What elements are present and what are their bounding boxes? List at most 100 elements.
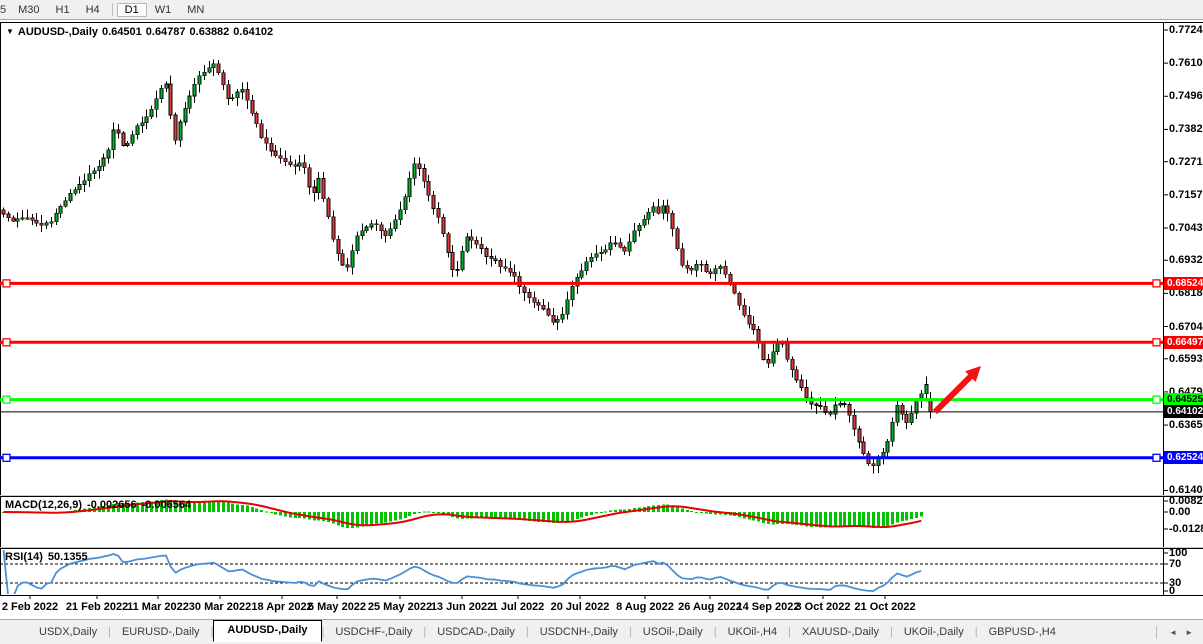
price-axis-tick: 0.74960 <box>1169 91 1203 102</box>
macd-histogram-bar <box>327 512 330 522</box>
tab-usdchf-daily[interactable]: USDCHF-,Daily <box>324 622 423 642</box>
timeframe-button-partial[interactable]: 5 <box>0 3 10 17</box>
macd-histogram-bar <box>709 512 712 514</box>
macd-histogram-bar <box>886 512 889 526</box>
chevron-down-icon[interactable]: ▼ <box>6 27 14 36</box>
macd-histogram-bar <box>370 512 373 524</box>
macd-histogram-bar <box>595 512 598 514</box>
macd-histogram-bar <box>408 512 411 516</box>
tab-scroll-right-icon[interactable]: ► <box>1185 628 1193 637</box>
tab-usdcad-daily[interactable]: USDCAD-,Daily <box>426 622 526 642</box>
macd-histogram-bar <box>380 512 383 523</box>
rsi-line <box>4 550 922 598</box>
tab-ukoil-daily[interactable]: UKOil-,Daily <box>893 622 975 642</box>
hline-handle[interactable] <box>3 454 10 461</box>
macd-histogram-bar <box>246 506 249 512</box>
hline-handle[interactable] <box>1153 396 1160 403</box>
macd-histogram-bar <box>858 512 861 526</box>
hline-handle[interactable] <box>3 280 10 287</box>
tab-usdx-daily[interactable]: USDX,Daily <box>28 622 108 642</box>
macd-histogram-bar <box>905 512 908 520</box>
price-axis-tick: 0.65930 <box>1169 354 1203 365</box>
date-axis-label: 11 Mar 2022 <box>127 601 189 613</box>
price-axis-tick: 0.68180 <box>1169 288 1203 299</box>
macd-axis-tick: 0.00 <box>1169 507 1190 518</box>
rsi-axis-tick: 70 <box>1169 559 1181 570</box>
macd-histogram-bar <box>423 512 426 513</box>
tab-gbpusd-h4[interactable]: GBPUSD-,H4 <box>978 622 1067 642</box>
rsi-axis-tick: 0 <box>1169 586 1175 597</box>
macd-histogram-bar <box>910 512 913 519</box>
date-axis-label: 6 May 2022 <box>308 601 366 613</box>
rsi-indicator-label: RSI(14)50.1355 <box>5 551 93 563</box>
macd-histogram-bar <box>853 512 856 526</box>
macd-histogram-bar <box>772 512 775 524</box>
macd-histogram-bar <box>877 512 880 528</box>
chart-canvas[interactable] <box>0 0 1203 644</box>
ohlc-low: 0.63882 <box>190 26 230 38</box>
date-axis-label: 3 Oct 2022 <box>795 601 850 613</box>
macd-histogram-bar <box>676 507 679 512</box>
macd-value-2: -0.006564 <box>142 499 192 511</box>
price-axis-tick: 0.70430 <box>1169 223 1203 234</box>
date-axis-label: 8 Aug 2022 <box>616 601 674 613</box>
date-axis-label: 2 Feb 2022 <box>2 601 58 613</box>
macd-histogram-bar <box>432 512 435 513</box>
timeframe-button-w1[interactable]: W1 <box>147 3 180 17</box>
hline-handle[interactable] <box>1153 339 1160 346</box>
macd-name: MACD(12,26,9) <box>5 499 82 511</box>
timeframe-button-h1[interactable]: H1 <box>48 3 78 17</box>
macd-histogram-bar <box>700 512 703 513</box>
hline-handle[interactable] <box>3 339 10 346</box>
timeframe-button-h4[interactable]: H4 <box>78 3 108 17</box>
toolbar-separator <box>112 3 113 16</box>
macd-histogram-bar <box>231 504 234 512</box>
chart-symbol-period: AUDUSD-,Daily <box>18 26 98 38</box>
macd-histogram-bar <box>375 512 378 523</box>
price-axis-tick: 0.76100 <box>1169 58 1203 69</box>
tab-scroll-left-icon[interactable]: ◄ <box>1169 628 1177 637</box>
date-axis-label: 25 May 2022 <box>368 601 432 613</box>
macd-histogram-bar <box>872 512 875 528</box>
tab-eurusd-daily[interactable]: EURUSD-,Daily <box>111 622 211 642</box>
macd-histogram-bar <box>662 505 665 512</box>
macd-histogram-bar <box>705 512 708 513</box>
hline-handle[interactable] <box>1153 454 1160 461</box>
tab-usoil-daily[interactable]: USOil-,Daily <box>632 622 714 642</box>
macd-histogram-bar <box>437 512 440 513</box>
price-tag-resistance-2: 0.66497 <box>1164 336 1203 349</box>
tab-usdcnh-daily[interactable]: USDCNH-,Daily <box>529 622 629 642</box>
macd-histogram-bar <box>834 512 837 527</box>
macd-histogram-bar <box>848 512 851 526</box>
hline-handle[interactable] <box>1153 280 1160 287</box>
tab-ukoil-h4[interactable]: UKOil-,H4 <box>717 622 789 642</box>
hline-handle[interactable] <box>3 396 10 403</box>
macd-histogram-bar <box>614 510 617 512</box>
macd-histogram-bar <box>690 511 693 512</box>
macd-histogram-bar <box>389 512 392 522</box>
ohlc-open: 0.64501 <box>102 26 142 38</box>
macd-histogram-bar <box>915 512 918 518</box>
macd-histogram-bar <box>251 507 254 512</box>
tab-audusd-daily[interactable]: AUDUSD-,Daily <box>213 620 321 642</box>
macd-histogram-bar <box>255 508 258 512</box>
ohlc-high: 0.64787 <box>146 26 186 38</box>
timeframe-button-mn[interactable]: MN <box>179 3 212 17</box>
macd-histogram-bar <box>418 512 421 513</box>
date-axis-label: 21 Feb 2022 <box>66 601 128 613</box>
macd-histogram-bar <box>762 512 765 523</box>
macd-histogram-bar <box>384 512 387 522</box>
macd-histogram-bar <box>695 512 698 513</box>
macd-histogram-bar <box>260 510 263 512</box>
macd-histogram-bar <box>829 512 832 528</box>
macd-histogram-bar <box>394 512 397 521</box>
timeframe-button-m30[interactable]: M30 <box>10 3 47 17</box>
arrow-annotation[interactable] <box>935 374 973 412</box>
ohlc-close: 0.64102 <box>233 26 273 38</box>
date-axis-label: 20 Jul 2022 <box>551 601 610 613</box>
timeframe-button-d1[interactable]: D1 <box>117 3 147 17</box>
date-axis-label: 13 Jun 2022 <box>431 601 493 613</box>
tab-xauusd-daily[interactable]: XAUUSD-,Daily <box>791 622 890 642</box>
macd-histogram-bar <box>198 502 201 512</box>
macd-histogram-bar <box>399 512 402 519</box>
